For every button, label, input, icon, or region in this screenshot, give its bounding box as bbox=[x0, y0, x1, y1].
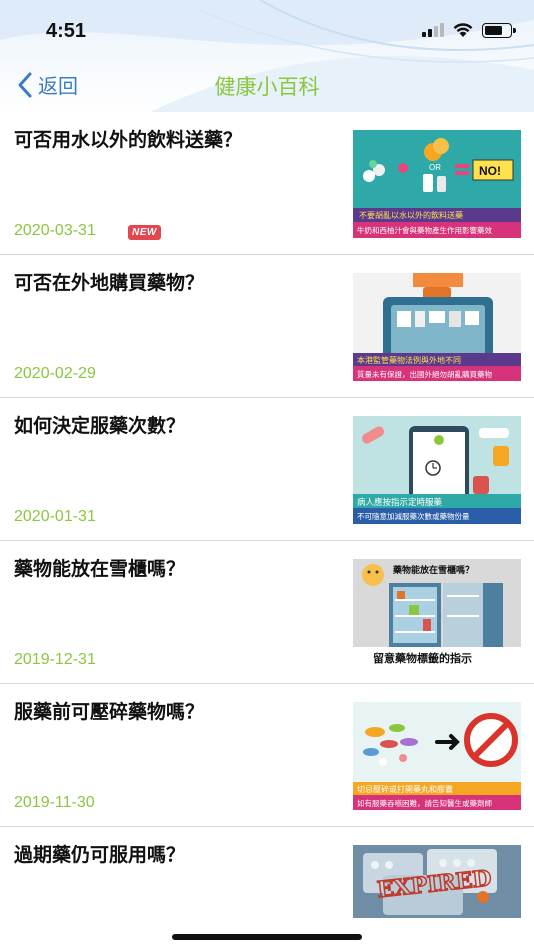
thumb-caption: 質量未有保證，出國外絕勿胡亂購買藥物 bbox=[357, 369, 492, 379]
plus-icon bbox=[398, 163, 408, 173]
article-date: 2020-03-31 bbox=[14, 222, 96, 239]
thumb-caption: 病人應按指示定時服藥 bbox=[357, 497, 443, 508]
article-item[interactable]: 如何決定服藥次數？ 2020-01-31 病人應按指示定時服藥 不可隨意加減服藥… bbox=[0, 398, 534, 541]
article-item[interactable]: 藥物能放在雪櫃嗎？ 2019-12-31 藥物能放在雪櫃嗎？ 留意藥物標籤的指示 bbox=[0, 541, 534, 684]
article-date: 2020-01-31 bbox=[14, 508, 96, 525]
thumb-caption: 牛奶和西柚汁會與藥物產生作用影響藥效 bbox=[357, 225, 492, 235]
article-item[interactable]: 可否在外地購買藥物？ 2020-02-29 本港監管藥物法例與外地不同 質量未有… bbox=[0, 255, 534, 398]
article-thumbnail: 病人應按指示定時服藥 不可隨意加減服藥次數或藥物份量 bbox=[353, 416, 521, 524]
article-title: 過期藥仍可服用嗎？ bbox=[14, 844, 186, 866]
thumb-caption: 不要胡亂以水以外的飲料送藥 bbox=[359, 210, 463, 220]
home-indicator[interactable] bbox=[172, 934, 362, 940]
thumb-caption: 不可隨意加減服藥次數或藥物份量 bbox=[357, 511, 470, 521]
cellular-signal-icon bbox=[422, 23, 444, 37]
article-date: 2019-12-31 bbox=[14, 651, 96, 668]
article-item[interactable]: 服藥前可壓碎藥物嗎？ 2019-11-30 切忌壓碎或打開藥丸和膠囊 如有服藥吞… bbox=[0, 684, 534, 827]
article-thumbnail: 藥物能放在雪櫃嗎？ 留意藥物標籤的指示 bbox=[353, 559, 521, 667]
article-title: 如何決定服藥次數？ bbox=[14, 415, 186, 437]
thumb-caption: 藥物能放在雪櫃嗎？ bbox=[392, 564, 474, 576]
article-thumbnail: EXPIRED bbox=[353, 845, 521, 918]
battery-icon bbox=[482, 22, 516, 38]
article-date: 2019-11-30 bbox=[14, 794, 95, 811]
page-title: 健康小百科 bbox=[214, 75, 320, 99]
article-title: 可否用水以外的飲料送藥？ bbox=[14, 129, 243, 151]
thumb-caption: 留意藥物標籤的指示 bbox=[373, 651, 472, 665]
navigation-bar: 返回 健康小百科 bbox=[0, 62, 534, 110]
thumb-caption: 本港監管藥物法例與外地不同 bbox=[357, 355, 461, 365]
article-date: 2020-02-29 bbox=[14, 365, 96, 382]
article-thumbnail: 本港監管藥物法例與外地不同 質量未有保證，出國外絕勿胡亂購買藥物 bbox=[353, 273, 521, 381]
status-icons bbox=[422, 22, 516, 38]
thinking-face-icon bbox=[362, 564, 384, 586]
pills-icon bbox=[365, 727, 385, 737]
thumb-or-label: OR bbox=[429, 163, 441, 172]
status-bar: 4:51 bbox=[0, 0, 534, 62]
article-title: 可否在外地購買藥物？ bbox=[14, 272, 205, 294]
article-title: 藥物能放在雪櫃嗎？ bbox=[14, 558, 186, 580]
wifi-icon bbox=[453, 23, 473, 37]
article-list: 可否用水以外的飲料送藥？ 2020-03-31 NEW OR NO! 不要胡亂以… bbox=[0, 112, 534, 950]
article-title: 服藥前可壓碎藥物嗎？ bbox=[14, 701, 205, 723]
article-item[interactable]: 過期藥仍可服用嗎？ EXPIRED bbox=[0, 827, 534, 950]
article-thumbnail: OR NO! 不要胡亂以水以外的飲料送藥 牛奶和西柚汁會與藥物產生作用影響藥效 bbox=[353, 130, 521, 238]
status-time: 4:51 bbox=[46, 20, 87, 42]
thumb-no-label: NO! bbox=[479, 164, 501, 178]
pill-icon bbox=[363, 170, 375, 182]
article-thumbnail: 切忌壓碎或打開藥丸和膠囊 如有服藥吞嚥困難，請告知醫生或藥劑師 bbox=[353, 702, 521, 810]
article-item[interactable]: 可否用水以外的飲料送藥？ 2020-03-31 NEW OR NO! 不要胡亂以… bbox=[0, 112, 534, 255]
header: 4:51 返回 健康小百科 bbox=[0, 0, 534, 112]
thumb-caption: 如有服藥吞嚥困難，請告知醫生或藥劑師 bbox=[357, 798, 492, 808]
thumb-caption: 切忌壓碎或打開藥丸和膠囊 bbox=[357, 784, 453, 794]
new-badge: NEW bbox=[128, 225, 161, 240]
